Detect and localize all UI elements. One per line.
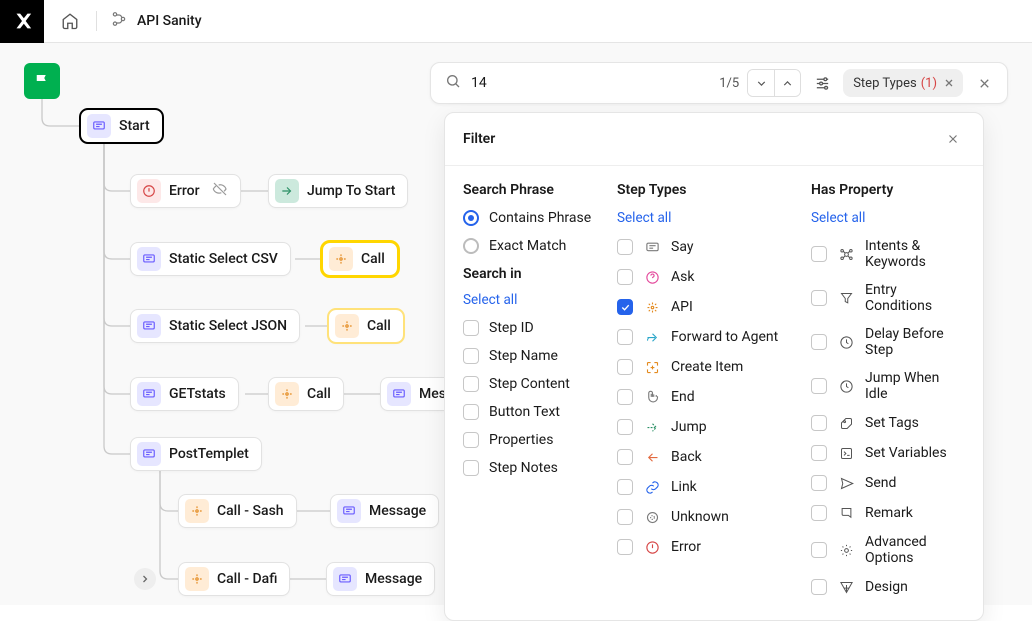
filter-close-button[interactable] [941, 127, 965, 151]
steptype-option[interactable]: Unknown [617, 508, 807, 526]
message-icon [387, 382, 411, 406]
radio-contains[interactable]: Contains Phrase [463, 210, 613, 226]
filter-title: Filter [463, 131, 495, 147]
hidden-icon[interactable] [212, 181, 228, 201]
flow-start-flag[interactable] [24, 63, 60, 99]
message-icon [333, 567, 357, 591]
filter-toggle-button[interactable] [807, 68, 837, 98]
search-nav [747, 69, 801, 97]
searchin-option[interactable]: Step Content [463, 376, 613, 392]
api-icon [185, 499, 209, 523]
search-phrase-heading: Search Phrase [463, 182, 613, 198]
hasprop-option[interactable]: Entry Conditions [811, 282, 965, 314]
node-call-dafi[interactable]: Call - Dafi [178, 562, 290, 596]
node-start[interactable]: Start [80, 109, 163, 143]
alert-icon [137, 179, 161, 203]
node-call-sash[interactable]: Call - Sash [178, 494, 297, 528]
hasprop-option[interactable]: Delay Before Step [811, 326, 965, 358]
radio-exact[interactable]: Exact Match [463, 238, 613, 254]
node-msg-dafi[interactable]: Message [326, 562, 435, 596]
branch-icon [111, 11, 127, 31]
searchin-option[interactable]: Properties [463, 432, 613, 448]
search-counter: 1/5 [719, 76, 739, 91]
message-icon [137, 442, 161, 466]
node-getstats[interactable]: GETstats [130, 377, 239, 411]
search-in-heading: Search in [463, 266, 613, 282]
steptypes-select-all[interactable]: Select all [617, 210, 807, 226]
node-call-json[interactable]: Call [328, 309, 404, 343]
home-icon[interactable] [54, 5, 86, 37]
hasprop-option[interactable]: Send [811, 474, 965, 492]
node-call-get[interactable]: Call [268, 377, 344, 411]
search-next-button[interactable] [748, 70, 774, 96]
hasprop-option[interactable]: Advanced Options [811, 534, 965, 566]
filter-chip[interactable]: Step Types (1) [843, 69, 963, 97]
steptype-option[interactable]: Create Item [617, 358, 807, 376]
search-bar: 1/5 Step Types (1) [430, 62, 1008, 104]
message-icon [137, 247, 161, 271]
steptype-option[interactable]: API [617, 298, 807, 316]
message-icon [137, 314, 161, 338]
has-property-heading: Has Property [811, 182, 965, 198]
steptype-option[interactable]: Forward to Agent [617, 328, 807, 346]
jump-icon [275, 179, 299, 203]
steptype-option[interactable]: Back [617, 448, 807, 466]
hasprop-option[interactable]: Design [811, 578, 965, 596]
searchin-select-all[interactable]: Select all [463, 292, 613, 308]
hasprop-option[interactable]: Set Tags [811, 414, 965, 432]
node-error[interactable]: Error [130, 174, 241, 208]
steptype-option[interactable]: Say [617, 238, 807, 256]
steptype-option[interactable]: End [617, 388, 807, 406]
message-icon [87, 114, 111, 138]
searchin-option[interactable]: Step ID [463, 320, 613, 336]
node-msg-sash[interactable]: Message [330, 494, 439, 528]
hasprop-option[interactable]: Set Variables [811, 444, 965, 462]
api-icon [185, 567, 209, 591]
search-input[interactable] [471, 75, 719, 91]
app-logo[interactable] [0, 0, 44, 43]
steptype-option[interactable]: Ask [617, 268, 807, 286]
message-icon [337, 499, 361, 523]
node-static-json[interactable]: Static Select JSON [130, 309, 300, 343]
step-types-heading: Step Types [617, 182, 807, 198]
chip-remove-icon[interactable] [941, 75, 957, 91]
steptype-option[interactable]: Jump [617, 418, 807, 436]
page-title: API Sanity [137, 13, 202, 29]
node-call-csv[interactable]: Call [322, 242, 398, 276]
search-close-button[interactable] [969, 68, 999, 98]
api-icon [275, 382, 299, 406]
hasprop-select-all[interactable]: Select all [811, 210, 965, 226]
api-icon [335, 314, 359, 338]
hasprop-option[interactable]: Remark [811, 504, 965, 522]
expand-toggle[interactable] [134, 568, 156, 590]
searchin-option[interactable]: Step Notes [463, 460, 613, 476]
hasprop-option[interactable]: Intents & Keywords [811, 238, 965, 270]
filter-panel: Filter Search Phrase Contains Phrase Exa… [444, 112, 984, 621]
api-icon [329, 247, 353, 271]
hasprop-option[interactable]: Jump When Idle [811, 370, 965, 402]
steptype-option[interactable]: Link [617, 478, 807, 496]
node-posttemplet[interactable]: PostTemplet [130, 437, 262, 471]
breadcrumb: API Sanity [111, 11, 202, 31]
node-static-csv[interactable]: Static Select CSV [130, 242, 291, 276]
searchin-option[interactable]: Step Name [463, 348, 613, 364]
node-jump[interactable]: Jump To Start [268, 174, 408, 208]
search-icon [445, 73, 461, 93]
steptype-option[interactable]: Error [617, 538, 807, 556]
search-prev-button[interactable] [774, 70, 800, 96]
message-icon [137, 382, 161, 406]
searchin-option[interactable]: Button Text [463, 404, 613, 420]
